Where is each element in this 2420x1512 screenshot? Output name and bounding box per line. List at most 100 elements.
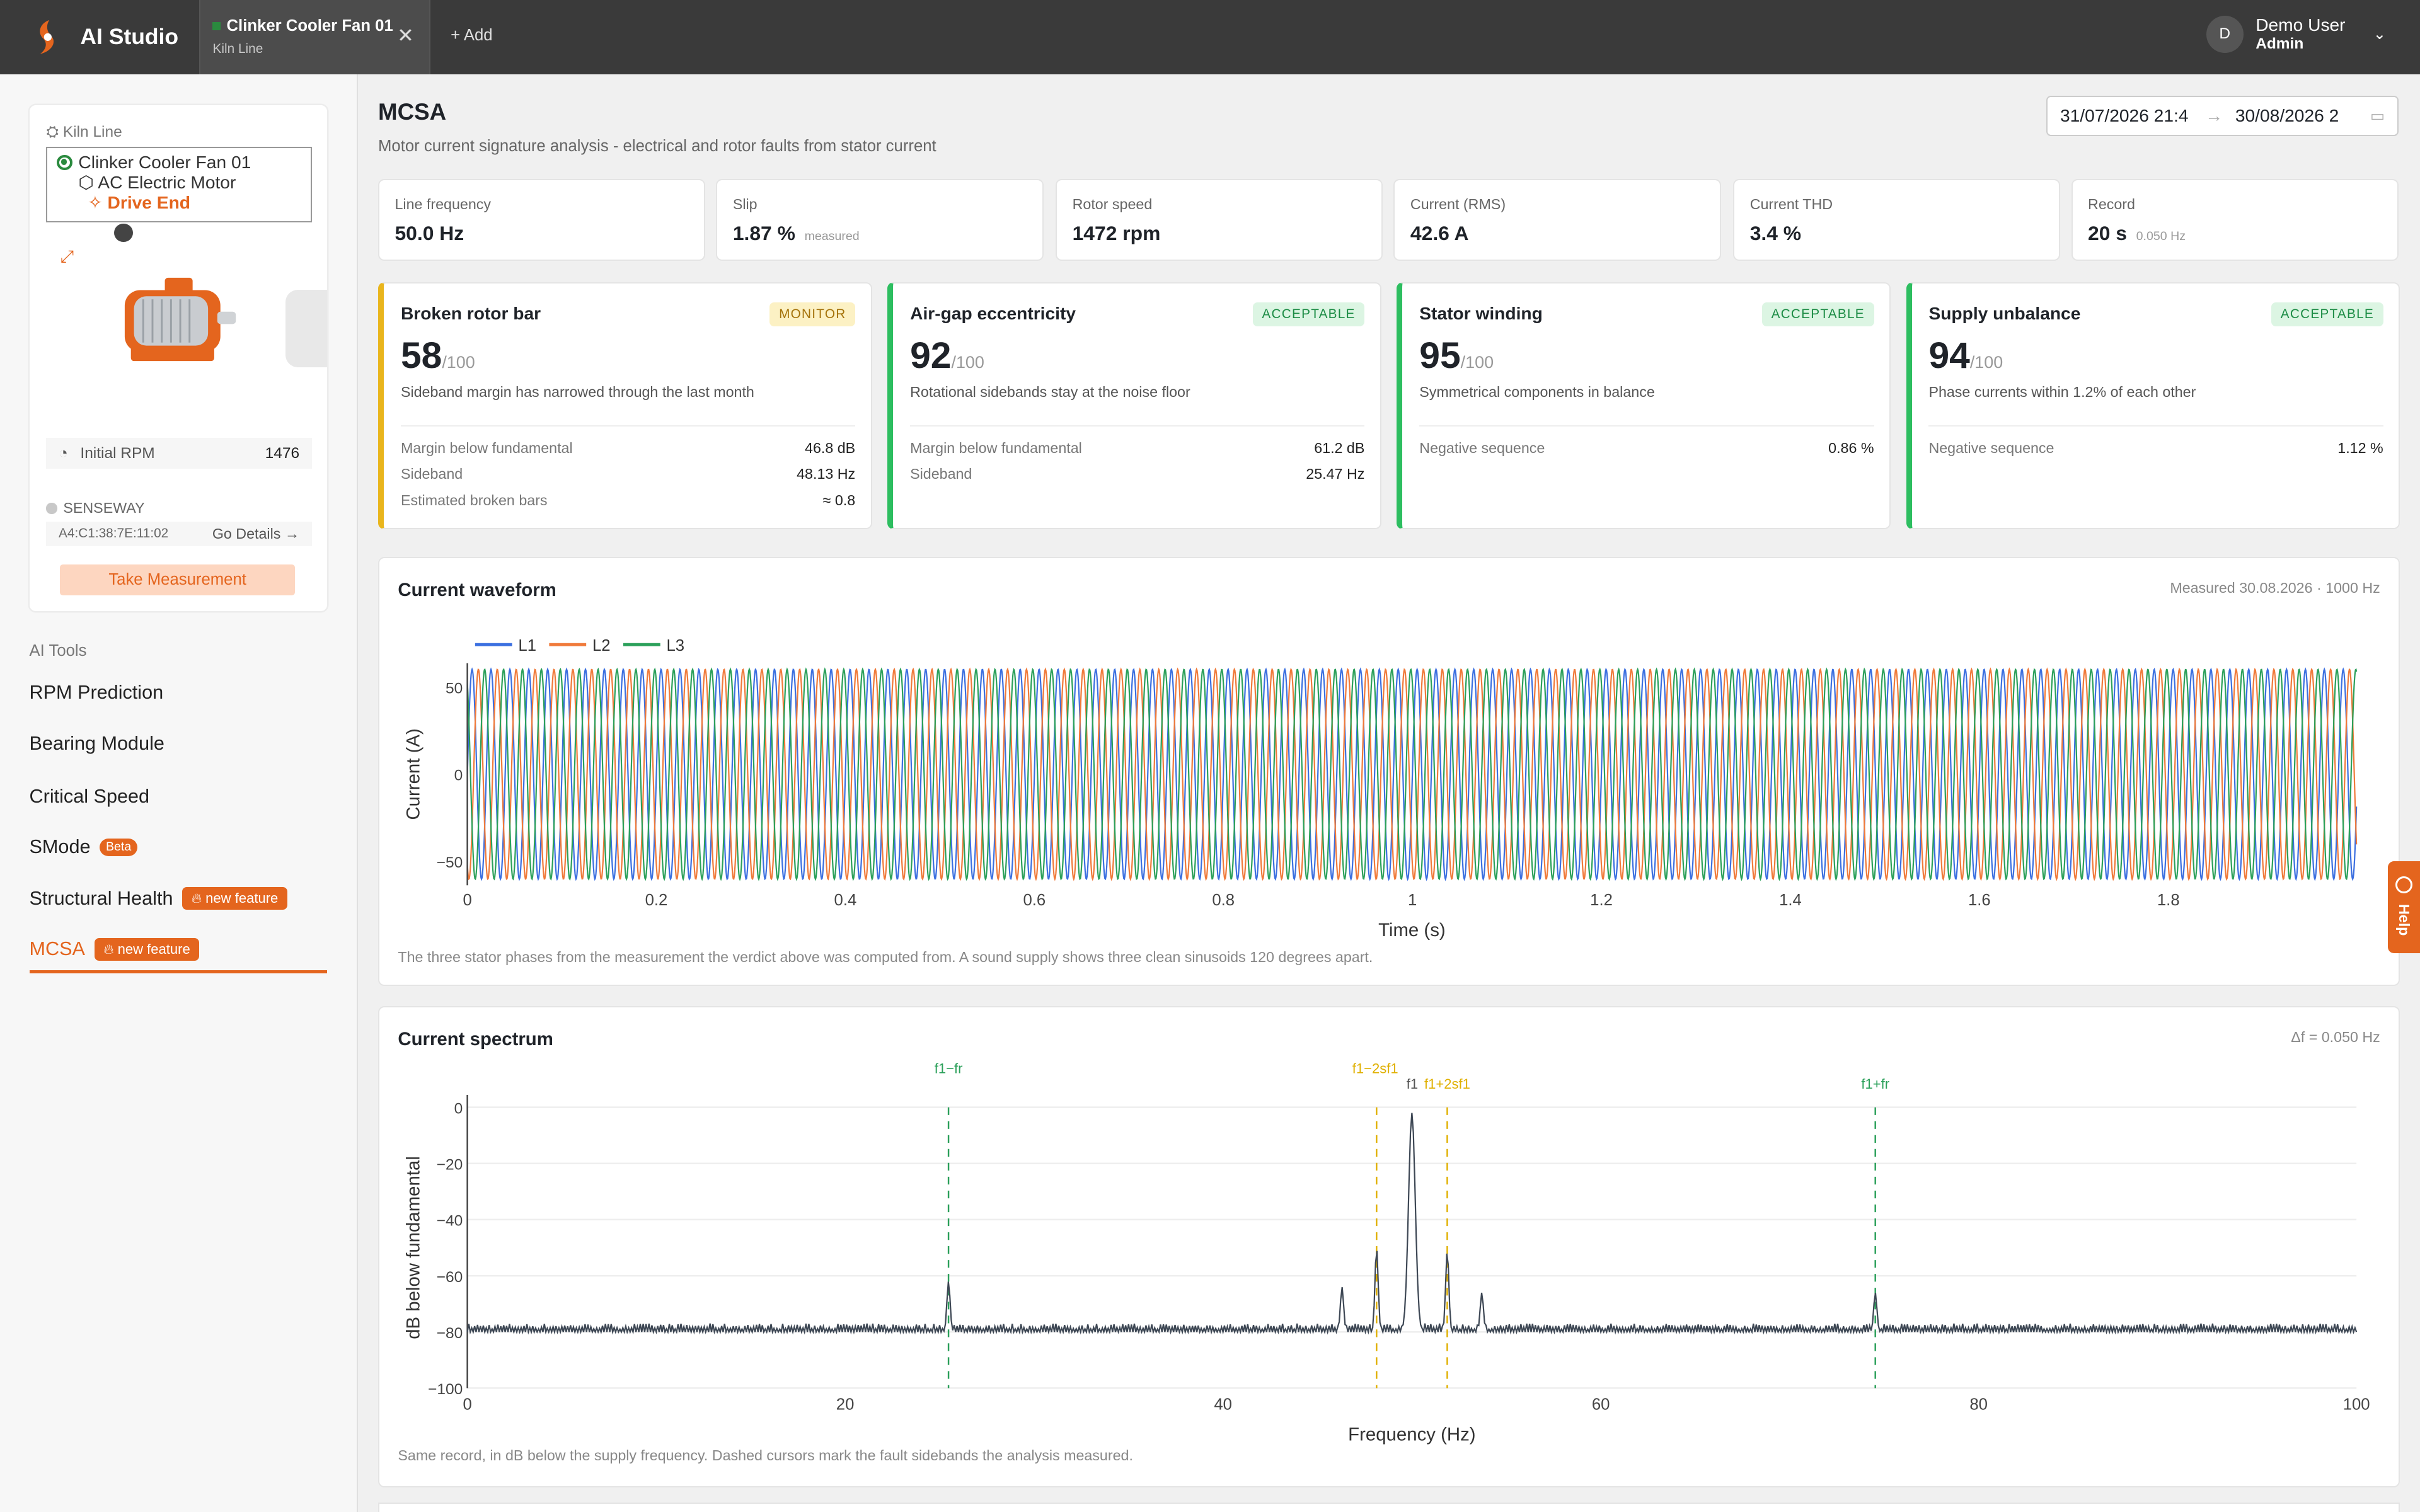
- motor-image[interactable]: [122, 275, 245, 374]
- app-logo[interactable]: AI Studio: [28, 17, 178, 57]
- status-badge: ACCEPTABLE: [1761, 302, 1874, 327]
- date-to[interactable]: 30/08/2026 2: [2235, 106, 2356, 126]
- x-axis-label: Frequency (Hz): [1348, 1424, 1475, 1445]
- kpi-label: Slip: [732, 195, 758, 212]
- tab-title: Clinker Cooler Fan 01: [226, 16, 393, 35]
- legend-label: L2: [592, 637, 611, 655]
- date-range-picker[interactable]: 31/07/2026 21:4 → 30/08/2026 2 ▭: [2046, 95, 2399, 136]
- x-tick-label: 0.4: [834, 891, 857, 909]
- fault-title: Supply unbalance: [1928, 303, 2081, 323]
- kpi-value: 50.0 Hz: [395, 222, 464, 245]
- x-axis-label: Time (s): [1378, 920, 1446, 941]
- spectrum-panel: Current spectrum Δf = 0.050 Hz 0 −20 −40 −6…: [378, 1005, 2401, 1487]
- tool-smode[interactable]: SMode Beta: [30, 836, 138, 858]
- metric-value: 48.13 Hz: [797, 466, 856, 483]
- divider: [400, 425, 856, 427]
- initial-rpm-label: Initial RPM: [80, 444, 155, 462]
- sensor-name: SENSEWAY: [63, 500, 145, 517]
- go-details-link[interactable]: Go Details →: [212, 525, 299, 542]
- spectrum-series: [466, 1113, 2358, 1335]
- fault-card-broken-rotor-bar[interactable]: Broken rotor bar MONITOR 58/100 Sideband…: [378, 282, 872, 529]
- tool-label: Structural Health: [29, 887, 173, 909]
- legend-label: L3: [667, 637, 685, 655]
- fault-title: Stator winding: [1419, 303, 1543, 323]
- tool-critical-speed[interactable]: Critical Speed: [30, 786, 150, 808]
- x-tick-label: 0.2: [645, 891, 668, 909]
- rotate-icon[interactable]: [114, 224, 133, 243]
- legend-label: L1: [518, 637, 536, 655]
- x-tick-label: 1.8: [2157, 891, 2180, 909]
- panel-title: Current waveform: [398, 580, 556, 601]
- waveform-panel: Current waveform Measured 30.08.2026 · 1…: [378, 557, 2400, 986]
- tree-item-motor[interactable]: ⬡ AC Electric Motor: [78, 173, 301, 193]
- fault-card-supply-unbalance[interactable]: Supply unbalance ACCEPTABLE 94/100 Phase…: [1906, 282, 2400, 529]
- page-title: MCSA: [378, 98, 447, 125]
- fault-title: Broken rotor bar: [400, 303, 541, 323]
- metric-value: 0.86 %: [1828, 439, 1874, 456]
- flame-icon: 🔥︎: [191, 890, 202, 907]
- waveform-chart[interactable]: 50 0 −50 0 0.2 0.4 0.6 0.8 1 1.2 1.4 1.6 1.8 Time (s)…: [379, 620, 2401, 944]
- user-info: Demo User Admin: [2256, 15, 2345, 53]
- kpi-label: Line frequency: [395, 195, 492, 212]
- spectrum-chart[interactable]: 0−20−40−60−80−1000 20 40 60 80 100f1−fr f1−2sf…: [379, 1050, 2401, 1448]
- help-tab[interactable]: Help: [2387, 861, 2420, 954]
- tree-item-drive-end[interactable]: ✧ Drive End: [88, 193, 301, 213]
- breadcrumb-label: Kiln Line: [62, 123, 122, 140]
- x-tick-label: 0.8: [1212, 891, 1235, 909]
- y-axis-label: Current (A): [403, 728, 424, 820]
- metric-label: Sideband: [400, 466, 463, 483]
- fault-score-row: 58/100: [401, 335, 475, 377]
- tool-bearing-module[interactable]: Bearing Module: [30, 733, 164, 755]
- cube-icon: ⬡: [78, 172, 95, 192]
- tool-mcsa[interactable]: MCSA 🔥︎ new feature: [30, 937, 200, 961]
- tab-title-row: Clinker Cooler Fan 01: [212, 17, 393, 35]
- cursor-label: f1+2sf1: [1424, 1077, 1470, 1092]
- close-icon[interactable]: ✕: [397, 23, 414, 47]
- metric-row: Negative sequence 1.12 %: [1928, 440, 2383, 457]
- tool-structural-health[interactable]: Structural Health 🔥︎ new feature: [30, 887, 287, 910]
- tree-item-machine[interactable]: Clinker Cooler Fan 01: [57, 152, 301, 173]
- metric-label: Margin below fundamental: [400, 439, 573, 456]
- expand-icon[interactable]: ⤢: [60, 247, 74, 267]
- metric-label: Sideband: [910, 466, 972, 483]
- x-tick-label: 0: [463, 891, 471, 909]
- fault-score-row: 92/100: [910, 335, 984, 377]
- x-tick-label: 1.2: [1590, 891, 1613, 909]
- fault-score-max: /100: [951, 352, 984, 372]
- fault-score-max: /100: [442, 352, 475, 372]
- radio-selected-icon: [57, 154, 72, 171]
- fault-card-air-gap-eccentricity[interactable]: Air-gap eccentricity ACCEPTABLE 92/100 R…: [887, 282, 1381, 529]
- metric-label: Estimated broken bars: [400, 491, 548, 508]
- add-tab-button[interactable]: + Add: [451, 26, 492, 45]
- status-badge: MONITOR: [769, 302, 856, 327]
- kpi-rotor-speed: Rotor speed 1472 rpm: [1056, 179, 1383, 261]
- kpi-current-thd: Current THD 3.4 %: [1733, 179, 2061, 261]
- metric-value: 1.12 %: [2337, 439, 2383, 456]
- kpi-slip: Slip 1.87 % measured: [716, 179, 1044, 261]
- breadcrumb[interactable]: ⛭ Kiln Line: [46, 123, 122, 141]
- tool-rpm-prediction[interactable]: RPM Prediction: [30, 682, 164, 704]
- chevron-down-icon[interactable]: ⌄: [2373, 25, 2387, 43]
- panel-meta: Measured 30.08.2026 · 1000 Hz: [2170, 580, 2380, 597]
- date-from[interactable]: 31/07/2026 21:4: [2060, 106, 2193, 126]
- kpi-record: Record 20 s 0.050 Hz: [2071, 179, 2399, 261]
- user-menu[interactable]: D Demo User Admin ⌄: [2206, 15, 2386, 53]
- fault-card-stator-winding[interactable]: Stator winding ACCEPTABLE 95/100 Symmetr…: [1397, 282, 1891, 529]
- app-name: AI Studio: [80, 24, 179, 50]
- top-bar: AI Studio Clinker Cooler Fan 01 Kiln Lin…: [0, 0, 2420, 74]
- asset-tree[interactable]: Clinker Cooler Fan 01 ⬡ AC Electric Moto…: [46, 146, 312, 222]
- kpi-value: 42.6 A: [1410, 222, 1469, 245]
- y-tick-label: 0: [454, 1101, 463, 1118]
- kpi-value: 1472 rpm: [1072, 222, 1161, 245]
- fault-score-row: 95/100: [1419, 335, 1494, 377]
- asset-tab[interactable]: Clinker Cooler Fan 01 Kiln Line ✕: [199, 0, 431, 74]
- x-tick-label: 0.6: [1023, 891, 1046, 909]
- metric-value: 25.47 Hz: [1306, 466, 1365, 483]
- take-measurement-button[interactable]: Take Measurement: [60, 564, 295, 596]
- badge-label: new feature: [117, 941, 190, 957]
- kpi-current-rms: Current (RMS) 42.6 A: [1393, 179, 1721, 261]
- kpi-value: 20 s: [2088, 222, 2127, 245]
- x-tick-label: 100: [2343, 1396, 2370, 1414]
- calendar-icon[interactable]: ▭: [2370, 106, 2385, 125]
- plus-icon: +: [451, 26, 461, 44]
